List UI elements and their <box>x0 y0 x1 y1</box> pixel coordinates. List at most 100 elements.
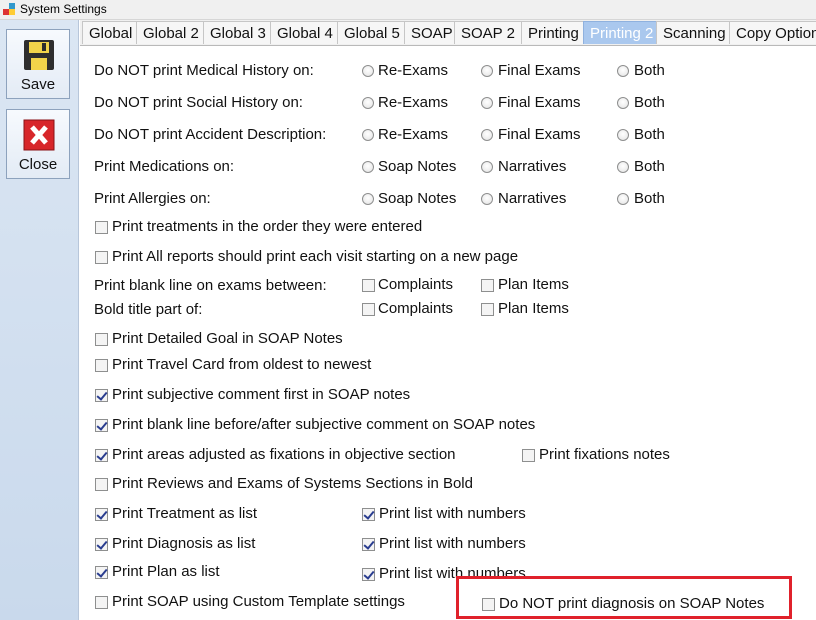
radio-button[interactable] <box>617 129 629 141</box>
window-title: System Settings <box>20 2 107 16</box>
row-label: Print Medications on: <box>94 158 235 175</box>
tab-global[interactable]: Global <box>82 21 140 44</box>
tab-copy-option[interactable]: Copy Option <box>729 21 816 44</box>
tab-global-4[interactable]: Global 4 <box>270 21 340 44</box>
radio-button[interactable] <box>617 97 629 109</box>
blank-plan-label: Plan Items <box>498 276 569 293</box>
blank-complaints-label: Complaints <box>378 276 454 293</box>
treatment-list-label: Print Treatment as list <box>112 505 258 522</box>
treatment-numbers-checkbox[interactable] <box>362 508 375 521</box>
diagnosis-numbers-checkbox[interactable] <box>362 538 375 551</box>
blank-complaints-checkbox[interactable] <box>362 279 375 292</box>
reviews-bold-checkbox[interactable] <box>95 478 108 491</box>
radio-label: Re-Exams <box>378 62 449 79</box>
radio-label: Narratives <box>498 190 567 207</box>
radio-button[interactable] <box>481 65 493 77</box>
new-page-checkbox[interactable] <box>95 251 108 264</box>
subjective-first-checkbox[interactable] <box>95 389 108 402</box>
radio-button[interactable] <box>617 193 629 205</box>
blank-subjective-checkbox[interactable] <box>95 419 108 432</box>
fixations-notes-checkbox[interactable] <box>522 449 535 462</box>
custom-template-checkbox[interactable] <box>95 596 108 609</box>
radio-button[interactable] <box>362 129 374 141</box>
tab-global-2[interactable]: Global 2 <box>136 21 206 44</box>
radio-label: Both <box>634 94 665 111</box>
row-label: Do NOT print Medical History on: <box>94 62 314 79</box>
radio-button[interactable] <box>362 97 374 109</box>
save-label: Save <box>20 76 56 93</box>
tab-scanning[interactable]: Scanning <box>656 21 733 44</box>
bold-complaints-label: Complaints <box>378 300 454 317</box>
travel-card-label: Print Travel Card from oldest to newest <box>112 356 372 373</box>
radio-label: Both <box>634 62 665 79</box>
diagnosis-numbers-label: Print list with numbers <box>379 535 526 552</box>
row-label: Do NOT print Social History on: <box>94 94 303 111</box>
tab-printing[interactable]: Printing <box>521 21 586 44</box>
tab-global-5[interactable]: Global 5 <box>337 21 407 44</box>
close-icon <box>23 119 55 151</box>
settings-app-icon <box>3 3 15 15</box>
save-button[interactable]: Save <box>6 29 70 99</box>
radio-button[interactable] <box>617 161 629 173</box>
radio-button[interactable] <box>481 97 493 109</box>
blank-plan-checkbox[interactable] <box>481 279 494 292</box>
areas-fixations-label: Print areas adjusted as fixations in obj… <box>112 446 456 463</box>
tab-soap[interactable]: SOAP <box>404 21 460 44</box>
radio-label: Both <box>634 158 665 175</box>
radio-button[interactable] <box>362 193 374 205</box>
tab-printing-2[interactable]: Printing 2 <box>583 21 661 44</box>
close-label: Close <box>18 156 58 173</box>
treatment-list-checkbox[interactable] <box>95 508 108 521</box>
tab-strip: Global Global 2 Global 3 Global 4 Global… <box>80 20 816 46</box>
row-label: Do NOT print Accident Description: <box>94 126 327 143</box>
bold-plan-label: Plan Items <box>498 300 569 317</box>
side-toolbar: Save Close <box>0 20 79 620</box>
close-button[interactable]: Close <box>6 109 70 179</box>
tab-global-3[interactable]: Global 3 <box>203 21 273 44</box>
radio-button[interactable] <box>362 65 374 77</box>
radio-label: Both <box>634 190 665 207</box>
plan-list-label: Print Plan as list <box>112 563 220 580</box>
subjective-first-label: Print subjective comment first in SOAP n… <box>112 386 411 403</box>
radio-button[interactable] <box>481 193 493 205</box>
areas-fixations-checkbox[interactable] <box>95 449 108 462</box>
radio-label: Soap Notes <box>378 158 457 175</box>
plan-list-checkbox[interactable] <box>95 566 108 579</box>
radio-label: Final Exams <box>498 126 581 143</box>
radio-button[interactable] <box>481 161 493 173</box>
radio-button[interactable] <box>481 129 493 141</box>
radio-button[interactable] <box>617 65 629 77</box>
radio-label: Final Exams <box>498 62 581 79</box>
highlight-box <box>456 576 792 619</box>
bold-plan-checkbox[interactable] <box>481 303 494 316</box>
blank-subjective-label: Print blank line before/after subjective… <box>112 416 536 433</box>
treatments-order-checkbox[interactable] <box>95 221 108 234</box>
treatment-numbers-label: Print list with numbers <box>379 505 526 522</box>
blank-line-label: Print blank line on exams between: <box>94 277 327 294</box>
new-page-label: Print All reports should print each visi… <box>112 248 519 265</box>
row-label: Print Allergies on: <box>94 190 211 207</box>
radio-button[interactable] <box>362 161 374 173</box>
bold-title-label: Bold title part of: <box>94 301 203 318</box>
travel-card-checkbox[interactable] <box>95 359 108 372</box>
radio-label: Narratives <box>498 158 567 175</box>
diagnosis-list-label: Print Diagnosis as list <box>112 535 256 552</box>
radio-label: Soap Notes <box>378 190 457 207</box>
printing-2-panel: Do NOT print Medical History on: Re-Exam… <box>80 46 816 620</box>
bold-complaints-checkbox[interactable] <box>362 303 375 316</box>
detailed-goal-label: Print Detailed Goal in SOAP Notes <box>112 330 343 347</box>
radio-label: Both <box>634 126 665 143</box>
fixations-notes-label: Print fixations notes <box>539 446 670 463</box>
title-bar: System Settings <box>0 0 816 20</box>
radio-label: Re-Exams <box>378 126 449 143</box>
reviews-bold-label: Print Reviews and Exams of Systems Secti… <box>112 475 473 492</box>
treatments-order-label: Print treatments in the order they were … <box>112 218 423 235</box>
diagnosis-list-checkbox[interactable] <box>95 538 108 551</box>
detailed-goal-checkbox[interactable] <box>95 333 108 346</box>
tab-soap-2[interactable]: SOAP 2 <box>454 21 522 44</box>
radio-label: Final Exams <box>498 94 581 111</box>
floppy-disk-icon <box>24 40 54 70</box>
radio-label: Re-Exams <box>378 94 449 111</box>
custom-template-label: Print SOAP using Custom Template setting… <box>112 593 405 610</box>
plan-numbers-checkbox[interactable] <box>362 568 375 581</box>
